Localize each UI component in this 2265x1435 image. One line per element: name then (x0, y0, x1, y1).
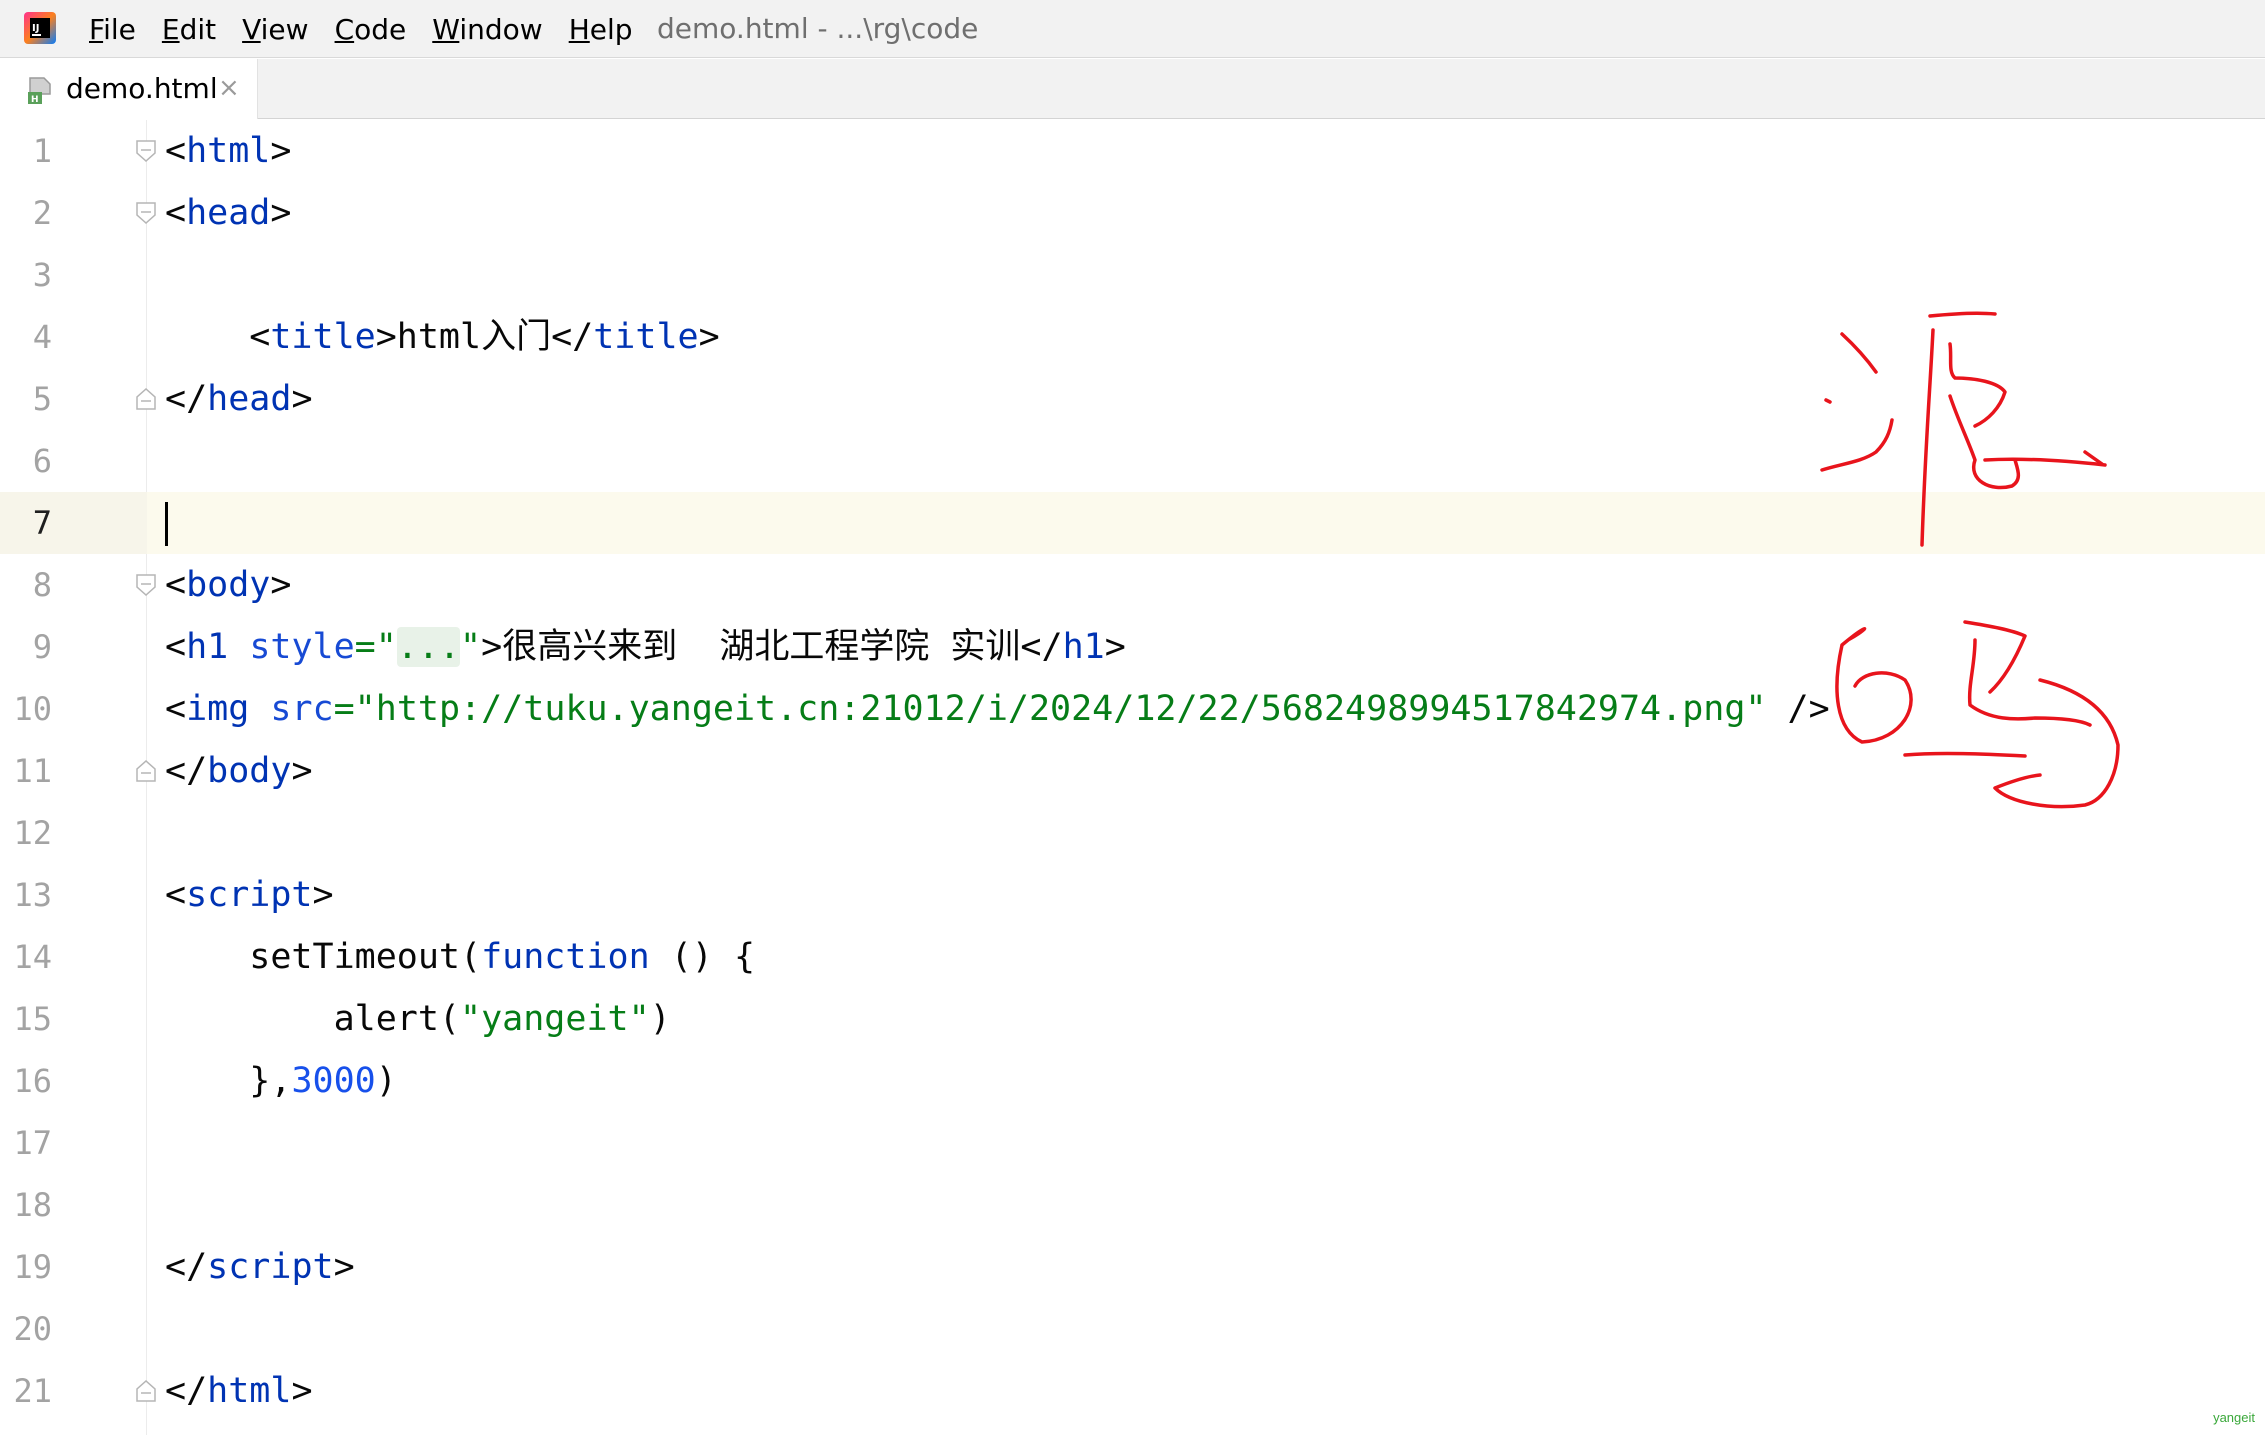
code-line-21: </html> (165, 1371, 313, 1411)
fold-end-icon[interactable] (135, 387, 157, 411)
intellij-logo-icon[interactable]: IJ (24, 12, 56, 44)
fold-collapse-icon[interactable] (135, 201, 157, 225)
line-number: 8 (32, 566, 52, 604)
menu-code[interactable]: Code (335, 13, 407, 46)
fold-end-icon[interactable] (135, 1379, 157, 1403)
text-cursor (165, 502, 168, 546)
code-line-9: <h1 style="...">很高兴来到 湖北工程学院 实训</h1> (165, 627, 1126, 667)
code-line-2: <head> (165, 193, 292, 233)
svg-text:IJ: IJ (32, 23, 39, 34)
code-line-4: <title>html入门</title> (165, 317, 720, 357)
menu-bar: IJ File Edit View Code Window Help demo.… (0, 0, 2265, 58)
code-line-1: <html> (165, 131, 292, 171)
code-line-14: setTimeout(function () { (165, 937, 756, 977)
line-number: 2 (32, 194, 52, 232)
editor-tab-bar: H demo.html × (0, 59, 2265, 119)
code-line-5: </head> (165, 379, 313, 419)
line-number-current: 7 (32, 504, 52, 542)
line-number: 11 (13, 752, 52, 790)
code-line-11: </body> (165, 751, 313, 791)
window-title: demo.html - ...\rg\code (657, 12, 979, 45)
line-number: 4 (32, 318, 52, 356)
line-number: 12 (13, 814, 52, 852)
main-menu: File Edit View Code Window Help (89, 0, 659, 58)
line-number: 13 (13, 876, 52, 914)
code-editor[interactable]: 1 2 3 4 5 6 7 8 9 10 11 12 13 14 15 16 1… (0, 120, 2265, 1435)
code-line-8: <body> (165, 565, 292, 605)
code-line-19: </script> (165, 1247, 355, 1287)
line-number: 15 (13, 1000, 52, 1038)
fold-collapse-icon[interactable] (135, 573, 157, 597)
code-line-13: <script> (165, 875, 334, 915)
tab-demo-html[interactable]: H demo.html × (0, 59, 258, 119)
menu-edit[interactable]: Edit (162, 13, 216, 46)
line-number: 17 (13, 1124, 52, 1162)
tab-label: demo.html (66, 72, 218, 105)
code-line-10: <img src="http://tuku.yangeit.cn:21012/i… (165, 689, 1830, 729)
line-number: 21 (13, 1372, 52, 1410)
line-number: 16 (13, 1062, 52, 1100)
line-number: 14 (13, 938, 52, 976)
handwritten-annotation (1820, 311, 2120, 809)
code-line-16: },3000) (165, 1061, 397, 1101)
fold-collapse-icon[interactable] (135, 139, 157, 163)
line-number: 9 (32, 628, 52, 666)
line-number: 18 (13, 1186, 52, 1224)
line-number: 10 (13, 690, 52, 728)
line-number: 6 (32, 442, 52, 480)
menu-file[interactable]: File (89, 13, 136, 46)
code-line-15: alert("yangeit") (165, 999, 671, 1039)
line-number: 19 (13, 1248, 52, 1286)
menu-help[interactable]: Help (569, 13, 633, 46)
folded-style-placeholder[interactable]: ... (396, 627, 461, 667)
line-number: 3 (32, 256, 52, 294)
watermark: yangeit (2213, 1410, 2255, 1425)
menu-window[interactable]: Window (432, 13, 542, 46)
menu-view[interactable]: View (242, 13, 308, 46)
line-number: 1 (32, 132, 52, 170)
close-icon[interactable]: × (218, 59, 240, 117)
line-number: 5 (32, 380, 52, 418)
html-file-icon: H (28, 77, 51, 105)
line-number: 20 (13, 1310, 52, 1348)
fold-end-icon[interactable] (135, 759, 157, 783)
svg-text:H: H (31, 95, 39, 105)
